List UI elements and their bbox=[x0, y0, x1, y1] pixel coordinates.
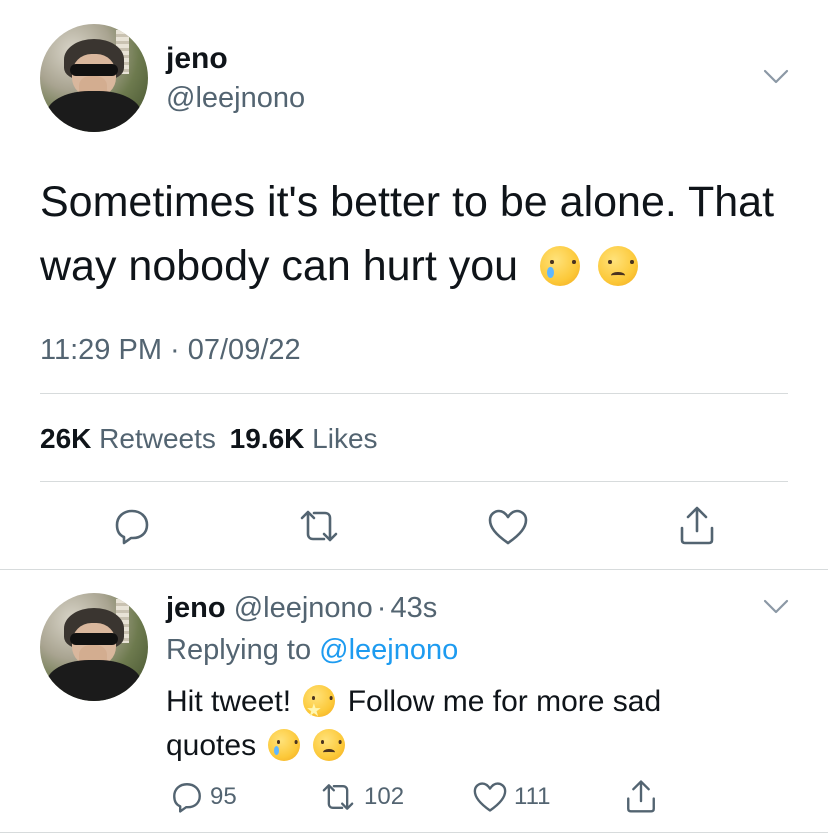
reply-like-button[interactable]: 111 bbox=[472, 781, 550, 813]
likes-label[interactable]: Likes bbox=[312, 423, 377, 454]
retweet-count: 102 bbox=[364, 783, 405, 810]
reply-avatar[interactable] bbox=[40, 593, 148, 701]
retweets-count[interactable]: 26K bbox=[40, 423, 91, 454]
likes-count[interactable]: 19.6K bbox=[230, 423, 305, 454]
reply-text-1: Hit tweet! bbox=[166, 685, 292, 718]
main-tweet-text-content: Sometimes it's better to be alone. That … bbox=[40, 178, 775, 290]
share-icon[interactable] bbox=[677, 504, 717, 546]
reply-text: Hit tweet! Follow me for more sad quotes bbox=[166, 680, 786, 768]
main-handle[interactable]: @leejnono bbox=[166, 82, 305, 115]
main-timestamp[interactable]: 11:29 PM · 07/09/22 bbox=[40, 334, 301, 367]
reply-text-3: quotes bbox=[166, 729, 257, 762]
reply-icon[interactable] bbox=[170, 780, 204, 814]
reply-handle[interactable]: @leejnono bbox=[234, 592, 373, 624]
reply-icon[interactable] bbox=[112, 506, 152, 546]
divider-1 bbox=[40, 393, 788, 394]
engagement-stats: 26K Retweets 19.6K Likes bbox=[40, 423, 378, 455]
divider-2 bbox=[40, 481, 788, 482]
divider-3 bbox=[0, 569, 828, 570]
reply-text-2: Follow me for more sad bbox=[347, 685, 662, 718]
reply-header: jeno @leejnono · 43s bbox=[166, 592, 437, 625]
main-tweet-text: Sometimes it's better to be alone. That … bbox=[40, 170, 810, 298]
divider-4 bbox=[0, 832, 828, 833]
reply-display-name[interactable]: jeno bbox=[166, 592, 226, 624]
retweet-icon[interactable] bbox=[296, 508, 342, 544]
replying-to-line: Replying to @leejnono bbox=[166, 634, 458, 667]
reply-age[interactable]: 43s bbox=[390, 592, 437, 624]
star-struck-icon bbox=[303, 685, 336, 732]
chevron-down-icon[interactable] bbox=[763, 68, 789, 86]
like-icon[interactable] bbox=[487, 508, 529, 546]
retweets-label[interactable]: Retweets bbox=[99, 423, 216, 454]
like-icon[interactable] bbox=[472, 781, 508, 813]
replying-to-prefix: Replying to bbox=[166, 634, 312, 666]
main-display-name[interactable]: jeno bbox=[166, 42, 228, 76]
reply-retweet-button[interactable]: 102 bbox=[318, 782, 404, 812]
persevering-face-icon bbox=[598, 246, 638, 286]
persevering-face-icon bbox=[312, 729, 345, 761]
reply-reply-button[interactable]: 95 bbox=[170, 780, 237, 814]
crying-face-icon bbox=[540, 246, 581, 286]
crying-face-icon bbox=[268, 729, 301, 761]
share-icon[interactable] bbox=[624, 778, 658, 814]
reply-count: 95 bbox=[210, 783, 237, 810]
main-avatar[interactable] bbox=[40, 24, 148, 132]
reply-separator: · bbox=[376, 592, 387, 624]
chevron-down-icon[interactable] bbox=[763, 598, 789, 616]
replying-to-handle[interactable]: @leejnono bbox=[319, 634, 458, 666]
retweet-icon[interactable] bbox=[318, 782, 358, 812]
like-count: 111 bbox=[514, 783, 551, 810]
